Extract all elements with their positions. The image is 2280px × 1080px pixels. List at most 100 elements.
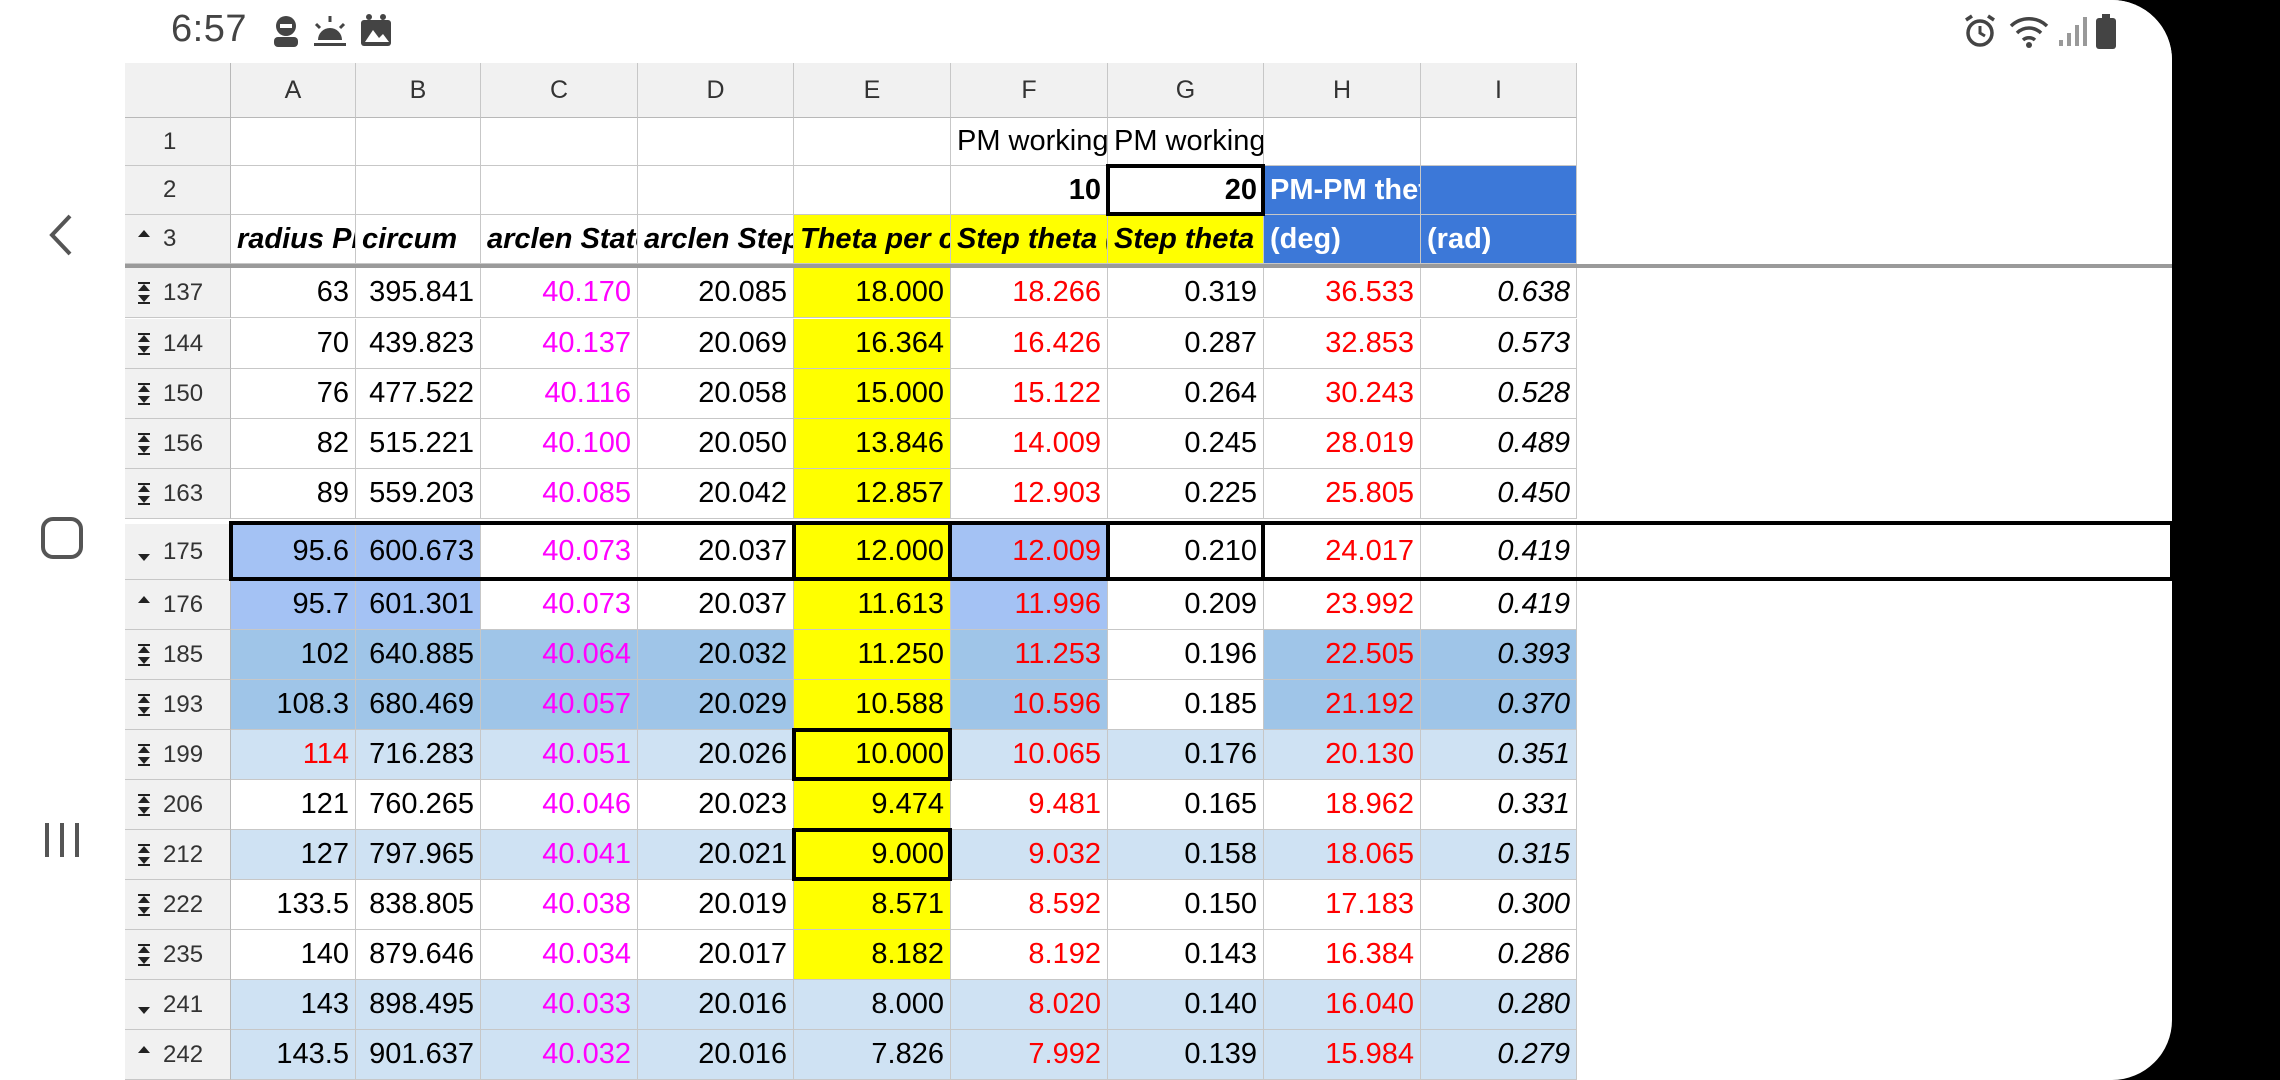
cell-b222[interactable]: 838.805	[356, 880, 481, 930]
cell-e150[interactable]: 15.000	[794, 369, 951, 419]
row-header-206[interactable]: 206	[125, 780, 231, 830]
cell-b150[interactable]: 477.522	[356, 369, 481, 419]
row-header-3[interactable]: 3	[125, 215, 231, 264]
cell-a235[interactable]: 140	[231, 930, 356, 980]
cell-e185[interactable]: 11.250	[794, 630, 951, 680]
cell-b175[interactable]: 600.673	[356, 524, 481, 580]
cell-e212[interactable]: 9.000	[794, 830, 951, 880]
cell-c163[interactable]: 40.085	[481, 469, 638, 519]
row-header-222[interactable]: 222	[125, 880, 231, 930]
cell-g212[interactable]: 0.158	[1108, 830, 1264, 880]
row-header-212[interactable]: 212	[125, 830, 231, 880]
cell-d1[interactable]	[638, 118, 794, 166]
cell-f137[interactable]: 18.266	[951, 268, 1108, 318]
row-group-marker[interactable]	[125, 482, 163, 505]
cell-b2[interactable]	[356, 166, 481, 215]
recents-button[interactable]	[22, 800, 102, 880]
cell-a212[interactable]: 127	[231, 830, 356, 880]
cell-f2[interactable]: 10	[951, 166, 1108, 215]
row-header-2[interactable]: 2	[125, 166, 231, 215]
cell-g193[interactable]: 0.185	[1108, 680, 1264, 730]
cell-c222[interactable]: 40.038	[481, 880, 638, 930]
cell-a137[interactable]: 63	[231, 268, 356, 318]
row-group-marker[interactable]	[125, 594, 163, 616]
cell-f163[interactable]: 12.903	[951, 469, 1108, 519]
cell-h199[interactable]: 20.130	[1264, 730, 1421, 780]
cell-a163[interactable]: 89	[231, 469, 356, 519]
cell-h144[interactable]: 32.853	[1264, 319, 1421, 369]
cell-i242[interactable]: 0.279	[1421, 1030, 1577, 1080]
cell-c199[interactable]: 40.051	[481, 730, 638, 780]
cell-c2[interactable]	[481, 166, 638, 215]
cell-b156[interactable]: 515.221	[356, 419, 481, 469]
cell-d222[interactable]: 20.019	[638, 880, 794, 930]
cell-d185[interactable]: 20.032	[638, 630, 794, 680]
cell-h150[interactable]: 30.243	[1264, 369, 1421, 419]
row-group-marker[interactable]	[125, 743, 163, 766]
column-header-e[interactable]: E	[794, 63, 951, 118]
column-header-a[interactable]: A	[231, 63, 356, 118]
cell-c176[interactable]: 40.073	[481, 580, 638, 630]
cell-f175[interactable]: 12.009	[951, 524, 1108, 580]
cell-g156[interactable]: 0.245	[1108, 419, 1264, 469]
row-header-156[interactable]: 156	[125, 419, 231, 469]
cell-f3[interactable]: Step theta (deg)	[951, 215, 1108, 264]
cell-a176[interactable]: 95.7	[231, 580, 356, 630]
cell-c150[interactable]: 40.116	[481, 369, 638, 419]
cell-e242[interactable]: 7.826	[794, 1030, 951, 1080]
cell-h2[interactable]: PM-PM theta	[1264, 166, 1421, 215]
cell-h176[interactable]: 23.992	[1264, 580, 1421, 630]
row-header-144[interactable]: 144	[125, 319, 231, 369]
row-group-marker[interactable]	[125, 281, 163, 304]
row-header-185[interactable]: 185	[125, 630, 231, 680]
cell-h242[interactable]: 15.984	[1264, 1030, 1421, 1080]
cell-d163[interactable]: 20.042	[638, 469, 794, 519]
cell-h3[interactable]: (deg)	[1264, 215, 1421, 264]
row-header-1[interactable]: 1	[125, 118, 231, 166]
cell-d3[interactable]: arclen Steps	[638, 215, 794, 264]
cell-g235[interactable]: 0.143	[1108, 930, 1264, 980]
cell-i185[interactable]: 0.393	[1421, 630, 1577, 680]
row-header-176[interactable]: 176	[125, 580, 231, 630]
cell-h222[interactable]: 17.183	[1264, 880, 1421, 930]
cell-c144[interactable]: 40.137	[481, 319, 638, 369]
cell-g163[interactable]: 0.225	[1108, 469, 1264, 519]
row-group-marker[interactable]	[125, 843, 163, 866]
cell-i150[interactable]: 0.528	[1421, 369, 1577, 419]
cell-d2[interactable]	[638, 166, 794, 215]
back-button[interactable]	[22, 195, 102, 275]
cell-d144[interactable]: 20.069	[638, 319, 794, 369]
cell-e137[interactable]: 18.000	[794, 268, 951, 318]
cell-f1[interactable]: PM working radius	[951, 118, 1108, 166]
row-header-175[interactable]: 175	[125, 524, 231, 580]
cell-f150[interactable]: 15.122	[951, 369, 1108, 419]
column-header-b[interactable]: B	[356, 63, 481, 118]
cell-a185[interactable]: 102	[231, 630, 356, 680]
cell-f176[interactable]: 11.996	[951, 580, 1108, 630]
cell-h1[interactable]	[1264, 118, 1421, 166]
cell-f185[interactable]: 11.253	[951, 630, 1108, 680]
cell-a206[interactable]: 121	[231, 780, 356, 830]
row-header-163[interactable]: 163	[125, 469, 231, 519]
row-group-marker[interactable]	[125, 541, 163, 563]
cell-a242[interactable]: 143.5	[231, 1030, 356, 1080]
cell-g144[interactable]: 0.287	[1108, 319, 1264, 369]
cell-a193[interactable]: 108.3	[231, 680, 356, 730]
cell-b212[interactable]: 797.965	[356, 830, 481, 880]
cell-e222[interactable]: 8.571	[794, 880, 951, 930]
cell-d193[interactable]: 20.029	[638, 680, 794, 730]
cell-i235[interactable]: 0.286	[1421, 930, 1577, 980]
cell-b235[interactable]: 879.646	[356, 930, 481, 980]
cell-f193[interactable]: 10.596	[951, 680, 1108, 730]
cell-i199[interactable]: 0.351	[1421, 730, 1577, 780]
cell-c185[interactable]: 40.064	[481, 630, 638, 680]
row-group-marker[interactable]	[125, 893, 163, 916]
row-group-marker[interactable]	[125, 228, 163, 250]
row-group-marker[interactable]	[125, 943, 163, 966]
cell-g241[interactable]: 0.140	[1108, 980, 1264, 1030]
cell-f156[interactable]: 14.009	[951, 419, 1108, 469]
cell-e3[interactable]: Theta per count	[794, 215, 951, 264]
cell-a144[interactable]: 70	[231, 319, 356, 369]
cell-i212[interactable]: 0.315	[1421, 830, 1577, 880]
cell-i1[interactable]	[1421, 118, 1577, 166]
